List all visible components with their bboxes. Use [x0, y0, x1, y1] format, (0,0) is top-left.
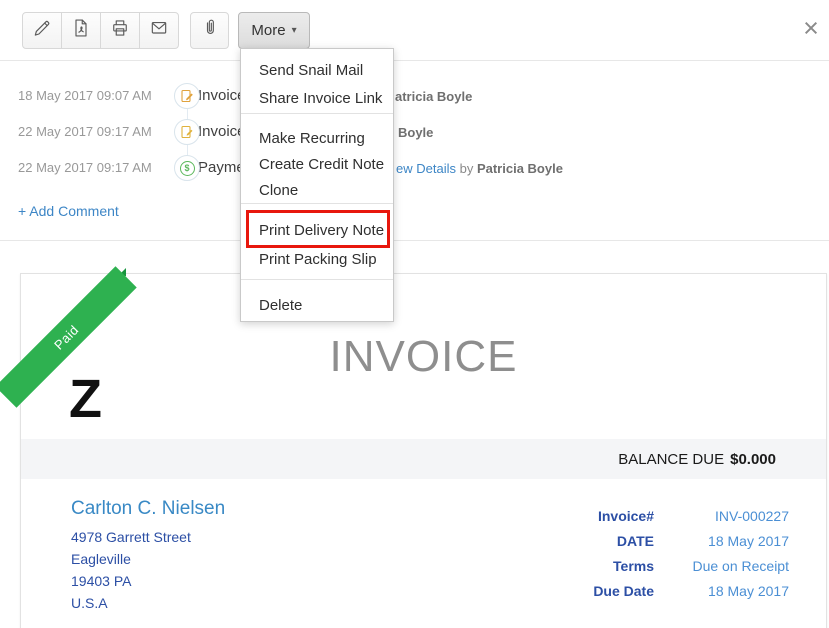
by-text: by [460, 161, 474, 176]
menu-item-send-snail-mail[interactable]: Send Snail Mail [241, 57, 393, 85]
menu-divider [241, 279, 393, 280]
attachment-icon [200, 18, 220, 43]
menu-item-share-invoice-link[interactable]: Share Invoice Link [241, 85, 393, 113]
menu-item-delete[interactable]: Delete [241, 292, 393, 320]
print-icon [110, 18, 130, 43]
detail-label: DATE [593, 529, 654, 554]
email-icon [149, 18, 169, 43]
detail-value: Due on Receipt [654, 554, 789, 579]
menu-item-print-delivery-note[interactable]: Print Delivery Note [241, 217, 393, 245]
customer-name: Carlton C. Nielsen [71, 498, 225, 520]
balance-due-value: $0.000 [730, 451, 776, 468]
toolbar-button-group [22, 12, 179, 49]
invoice-edit-icon [174, 83, 200, 109]
menu-divider [241, 113, 393, 114]
timeline-by-name: Patricia Boyle [477, 161, 563, 176]
view-details-link[interactable]: ew Details [396, 161, 456, 176]
invoice-preview: Paid Z INVOICE BALANCE DUE $0.000 Carlto… [20, 273, 827, 628]
balance-due-bar: BALANCE DUE $0.000 [21, 439, 826, 479]
balance-due-label: BALANCE DUE [618, 451, 724, 468]
invoice-details: Invoice# INV-000227 DATE 18 May 2017 Ter… [593, 504, 789, 604]
timeline-date: 18 May 2017 09:07 AM [18, 88, 152, 103]
timeline-by-name: Boyle [398, 125, 433, 140]
timeline-entry-label: Invoice [198, 123, 246, 140]
more-dropdown-menu: Send Snail Mail Share Invoice Link Make … [240, 48, 394, 322]
edit-button[interactable] [22, 12, 62, 49]
timeline-date: 22 May 2017 09:17 AM [18, 160, 152, 175]
chevron-down-icon: ▾ [292, 26, 297, 36]
pdf-icon [71, 18, 91, 43]
more-button-label: More [251, 22, 285, 39]
menu-item-clone[interactable]: Clone [241, 177, 393, 205]
timeline-by-name: atricia Boyle [395, 89, 472, 104]
address-line: 19403 PA [71, 570, 191, 592]
section-divider [0, 240, 829, 241]
invoice-edit-icon [174, 119, 200, 145]
detail-label: Invoice# [593, 504, 654, 529]
menu-item-create-credit-note[interactable]: Create Credit Note [241, 151, 393, 179]
timeline-date: 22 May 2017 09:17 AM [18, 124, 152, 139]
email-button[interactable] [139, 12, 179, 49]
invoice-detail-panel: More ▾ × 18 May 2017 09:07 AM 22 May 201… [0, 0, 829, 628]
menu-divider [241, 203, 393, 204]
address-line: Eagleville [71, 548, 191, 570]
detail-label: Due Date [593, 579, 654, 604]
detail-value: INV-000227 [654, 504, 789, 529]
address-line: U.S.A [71, 592, 191, 614]
timeline-detail-fragment: ew Details by Patricia Boyle [396, 161, 563, 176]
payment-dollar-icon: $ [174, 155, 200, 181]
detail-label: Terms [593, 554, 654, 579]
print-button[interactable] [100, 12, 140, 49]
detail-value: 18 May 2017 [654, 529, 789, 554]
customer-address: 4978 Garrett Street Eagleville 19403 PA … [71, 526, 191, 614]
edit-icon [32, 18, 52, 43]
more-button[interactable]: More ▾ [238, 12, 310, 49]
add-comment-link[interactable]: + Add Comment [18, 203, 119, 219]
timeline-entry-label: Invoice [198, 87, 246, 104]
menu-item-make-recurring[interactable]: Make Recurring [241, 125, 393, 153]
attachment-button[interactable] [190, 12, 229, 49]
toolbar-divider [0, 60, 829, 61]
invoice-title: INVOICE [21, 332, 826, 382]
menu-item-print-packing-slip[interactable]: Print Packing Slip [241, 246, 393, 274]
address-line: 4978 Garrett Street [71, 526, 191, 548]
close-icon[interactable]: × [797, 12, 825, 44]
detail-value: 18 May 2017 [654, 579, 789, 604]
pdf-button[interactable] [61, 12, 101, 49]
